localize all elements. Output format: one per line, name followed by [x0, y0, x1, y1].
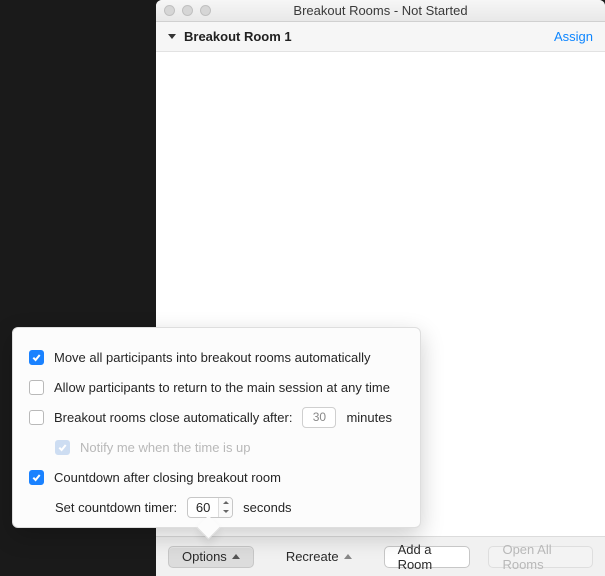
room-header: Breakout Room 1 Assign [156, 22, 605, 52]
room-header-left[interactable]: Breakout Room 1 [168, 29, 292, 44]
stepper-down[interactable] [219, 507, 232, 517]
countdown-label: Set countdown timer: [55, 500, 177, 515]
recreate-button[interactable]: Recreate [272, 546, 366, 568]
stepper-up[interactable] [219, 498, 232, 508]
disclosure-triangle-icon[interactable] [168, 34, 176, 39]
checkbox-icon[interactable] [29, 470, 44, 485]
chevron-down-icon [223, 510, 229, 513]
chevron-up-icon [232, 554, 240, 559]
checkbox-icon [55, 440, 70, 455]
window-controls [164, 5, 211, 16]
open-all-rooms-label: Open All Rooms [502, 542, 579, 572]
option-close-after[interactable]: Breakout rooms close automatically after… [29, 406, 404, 428]
option-label: Breakout rooms close automatically after… [54, 410, 292, 425]
open-all-rooms-button: Open All Rooms [488, 546, 593, 568]
countdown-timer-row: Set countdown timer: 60 seconds [29, 496, 404, 518]
add-room-button[interactable]: Add a Room [384, 546, 471, 568]
option-move-automatically[interactable]: Move all participants into breakout room… [29, 346, 404, 368]
option-label: Notify me when the time is up [80, 440, 251, 455]
options-button[interactable]: Options [168, 546, 254, 568]
traffic-close-icon[interactable] [164, 5, 175, 16]
option-label: Allow participants to return to the main… [54, 380, 390, 395]
countdown-value: 60 [188, 498, 218, 517]
traffic-zoom-icon[interactable] [200, 5, 211, 16]
checkbox-icon[interactable] [29, 380, 44, 395]
countdown-unit: seconds [243, 500, 291, 515]
option-allow-return[interactable]: Allow participants to return to the main… [29, 376, 404, 398]
room-name: Breakout Room 1 [184, 29, 292, 44]
minutes-unit: minutes [346, 410, 392, 425]
assign-link[interactable]: Assign [554, 29, 593, 44]
option-notify-time-up: Notify me when the time is up [29, 436, 404, 458]
countdown-stepper[interactable]: 60 [187, 497, 233, 518]
recreate-button-label: Recreate [286, 549, 339, 564]
minutes-field[interactable]: 30 [302, 407, 336, 428]
bottom-bar: Options Recreate Add a Room Open All Roo… [156, 536, 605, 576]
chevron-up-icon [223, 501, 229, 504]
option-countdown[interactable]: Countdown after closing breakout room [29, 466, 404, 488]
chevron-up-icon [344, 554, 352, 559]
add-room-button-label: Add a Room [398, 542, 457, 572]
options-button-label: Options [182, 549, 227, 564]
option-label: Countdown after closing breakout room [54, 470, 281, 485]
checkbox-icon[interactable] [29, 410, 44, 425]
titlebar: Breakout Rooms - Not Started [156, 0, 605, 22]
options-popover: Move all participants into breakout room… [12, 327, 421, 528]
traffic-minimize-icon[interactable] [182, 5, 193, 16]
checkbox-icon[interactable] [29, 350, 44, 365]
window-title: Breakout Rooms - Not Started [293, 3, 467, 18]
option-label: Move all participants into breakout room… [54, 350, 370, 365]
